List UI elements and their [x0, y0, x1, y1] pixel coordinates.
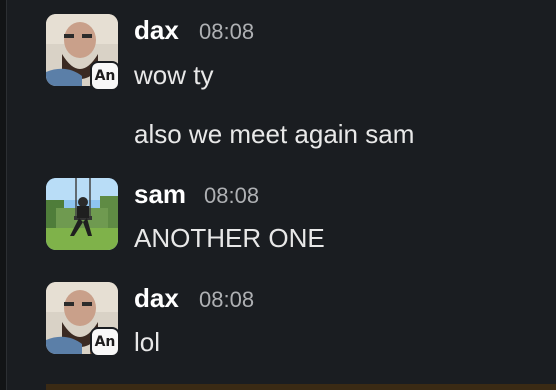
channel-scroll-rail — [0, 0, 7, 390]
author-name[interactable]: dax — [134, 15, 179, 45]
message-timestamp[interactable]: 08:08 — [199, 285, 254, 315]
app-badge: An — [90, 61, 120, 91]
message-text: lol — [134, 327, 161, 357]
author-name[interactable]: dax — [134, 283, 179, 313]
message-timestamp[interactable]: 08:08 — [204, 181, 259, 211]
message-composer-edge — [46, 384, 556, 390]
message-text: also we meet again sam — [134, 119, 415, 149]
message-text: ANOTHER ONE — [134, 223, 325, 253]
person-on-swing-outdoors-icon — [46, 178, 118, 250]
author-name[interactable]: sam — [134, 179, 186, 209]
sam-avatar[interactable] — [46, 178, 118, 250]
message-timestamp[interactable]: 08:08 — [199, 17, 254, 47]
message-text: wow ty — [134, 60, 214, 90]
app-badge: An — [90, 327, 120, 357]
